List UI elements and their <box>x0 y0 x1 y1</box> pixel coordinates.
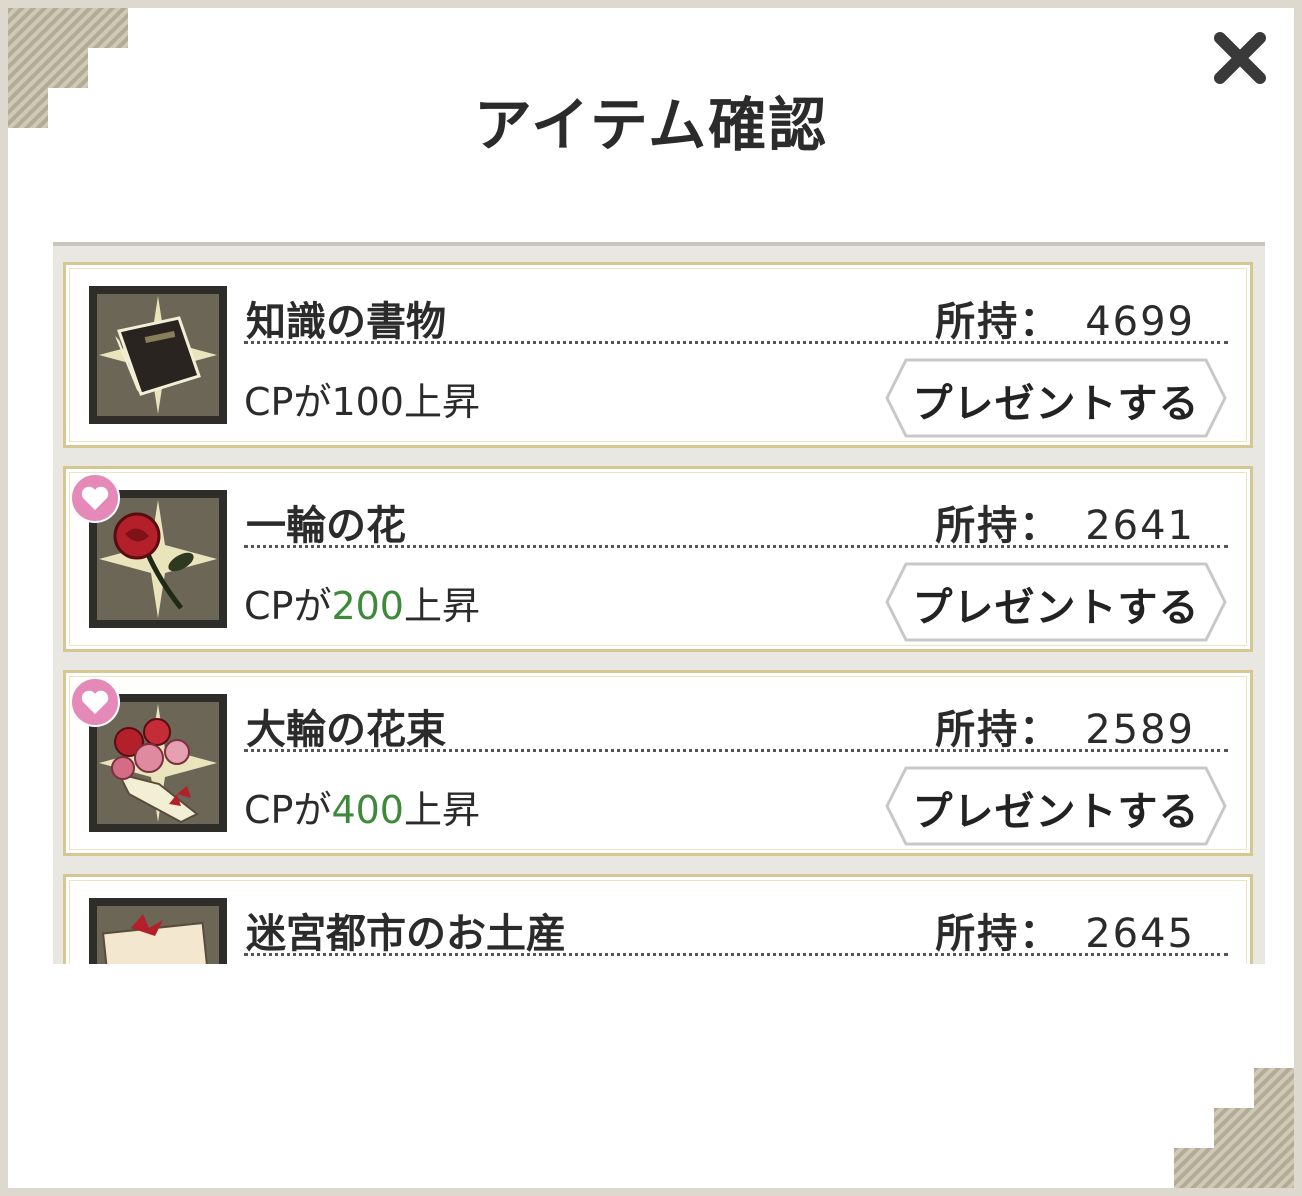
owned-count: 所持： 4699 <box>935 289 1195 347</box>
item-name: 迷宮都市のお土産 <box>246 911 566 957</box>
owned-count: 所持： 2641 <box>935 493 1195 551</box>
dotted-divider <box>244 341 1228 344</box>
owned-label: 所持： <box>935 299 1062 345</box>
effect-prefix: CPが <box>244 584 332 628</box>
favorite-heart-icon <box>70 473 120 523</box>
list-item: 迷宮都市のお土産 所持： 2645 <box>63 874 1253 964</box>
owned-count: 所持： 2645 <box>935 901 1195 959</box>
effect-suffix: 上昇 <box>403 584 480 628</box>
effect-text: CPが100上昇 <box>244 371 480 426</box>
present-button-label: プレゼントする <box>912 381 1200 427</box>
corner-decoration-bottom-right <box>1174 1068 1294 1188</box>
owned-label: 所持： <box>935 707 1062 753</box>
owned-number: 2589 <box>1085 707 1195 753</box>
owned-label: 所持： <box>935 911 1062 957</box>
effect-value: 200 <box>331 584 404 628</box>
gift-icon <box>89 898 227 964</box>
dotted-divider <box>244 545 1228 548</box>
owned-number: 2645 <box>1085 911 1195 957</box>
item-name: 一輪の花 <box>246 503 406 549</box>
present-button[interactable]: プレゼントする <box>884 561 1228 643</box>
effect-value: 400 <box>331 788 404 832</box>
list-item: 一輪の花 所持： 2641 CPが200上昇 プレゼントする <box>63 466 1253 652</box>
present-button[interactable]: プレゼントする <box>884 357 1228 439</box>
effect-prefix: CPが <box>244 380 332 424</box>
dotted-divider <box>244 953 1228 956</box>
owned-number: 2641 <box>1085 503 1195 549</box>
present-button-label: プレゼントする <box>912 585 1200 631</box>
present-button-label: プレゼントする <box>912 789 1200 835</box>
dialog-title: アイテム確認 <box>473 91 829 159</box>
item-name: 知識の書物 <box>246 299 446 345</box>
item-confirm-dialog: アイテム確認 知識の書物 所持： 4699 CPが100上昇 プレゼントする 一… <box>0 0 1302 1196</box>
close-button[interactable] <box>1208 26 1272 90</box>
dotted-divider <box>244 749 1228 752</box>
effect-suffix: 上昇 <box>403 380 480 424</box>
effect-text: CPが400上昇 <box>244 779 480 834</box>
list-item: 知識の書物 所持： 4699 CPが100上昇 プレゼントする <box>63 262 1253 448</box>
favorite-heart-icon <box>70 677 120 727</box>
effect-value: 100 <box>331 380 404 424</box>
owned-number: 4699 <box>1085 299 1195 345</box>
present-button[interactable]: プレゼントする <box>884 765 1228 847</box>
item-list[interactable]: 知識の書物 所持： 4699 CPが100上昇 プレゼントする 一輪の花 所持：… <box>53 242 1265 964</box>
effect-text: CPが200上昇 <box>244 575 480 630</box>
close-x-icon <box>1214 32 1266 84</box>
list-item: 大輪の花束 所持： 2589 CPが400上昇 プレゼントする <box>63 670 1253 856</box>
book-icon <box>89 286 227 424</box>
owned-label: 所持： <box>935 503 1062 549</box>
effect-prefix: CPが <box>244 788 332 832</box>
item-name: 大輪の花束 <box>246 707 446 753</box>
owned-count: 所持： 2589 <box>935 697 1195 755</box>
effect-suffix: 上昇 <box>403 788 480 832</box>
